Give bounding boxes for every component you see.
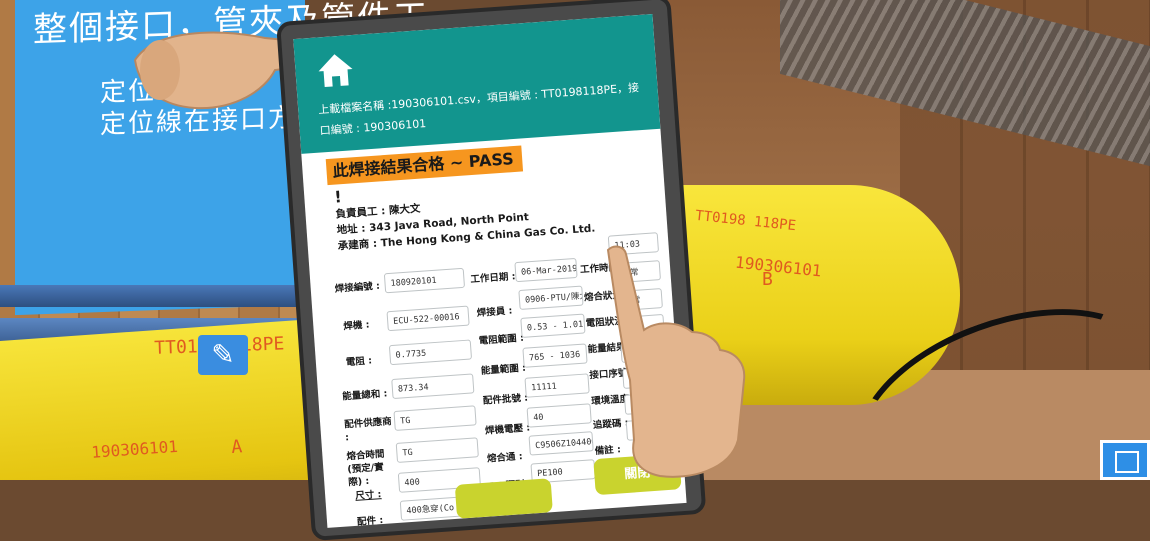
weld-no-label: 焊接編號 : [334,280,381,295]
fusion-pass-field[interactable]: C9506Z1044003 [528,431,594,456]
weld-voltage-label: 焊機電壓 : [484,422,531,437]
contractor-label: 承建商 : [337,237,378,253]
pipe-right-letter: B [762,269,773,290]
weld-voltage-field[interactable]: 40 [526,403,592,428]
machine-field[interactable]: ECU-522-00016 [386,305,470,332]
machine-label: 焊機 : [343,319,370,333]
pipe-left-id: 190306101 [90,436,179,462]
employee-label: 負責員工 : [335,205,386,221]
supplier-label: 配件供應商 : [343,416,393,444]
batch-label: 配件批號 : [482,392,529,407]
work-date-field[interactable]: 06-Mar-2019 [514,257,578,283]
fusion-time-field[interactable]: TG [395,437,479,463]
secondary-button[interactable] [454,478,553,519]
upload-info-text: 上載檔案名稱 :190306101.csv，項目編號 : TT0198118PE… [317,81,640,138]
welder-label: 焊接員 : [476,305,513,319]
energy-range-field[interactable]: 765 - 1036 [522,343,588,368]
window-toggle-icon[interactable] [1100,440,1150,480]
work-date-label: 工作日期 : [470,271,516,286]
energy-total-label: 能量總和 : [341,388,388,403]
result-banner: 此焊接結果合格 ~ PASS ! [325,145,524,207]
batch-field[interactable]: 11111 [524,373,590,398]
supplier-field[interactable]: TG [393,405,477,431]
energy-range-label: 能量範圍 : [480,362,527,377]
pipe-right-code: TT0198 118PE [694,207,797,235]
welder-field[interactable]: 0906-PTU/陳大 [518,285,584,310]
fitting-label: 配件 : [356,515,384,528]
vr-hand-right [606,245,746,478]
pipe-left-letter: A [230,436,243,459]
resistance-field[interactable]: 0.7735 [388,339,473,366]
fusion-pass-label: 熔合通 : [486,451,523,465]
screen-header: 上載檔案名稱 :190306101.csv，項目編號 : TT0198118PE… [293,14,661,154]
resistance-range-field[interactable]: 0.53 - 1.01 [520,313,586,338]
fusion-time-label: 熔合時間(預定/實際) : [346,448,385,489]
employee-value: 陳大文 [388,202,421,217]
weld-no-field[interactable]: 180920101 [383,267,466,294]
pencil-icon[interactable]: ✎ [198,335,248,375]
size-label: 尺寸 : [354,489,382,502]
blue-pipe-upper [0,285,320,307]
resistance-label: 電阻 : [345,355,373,369]
home-icon[interactable] [314,49,357,92]
resistance-range-label: 電阻範圍 : [478,332,525,347]
energy-total-field[interactable]: 873.34 [391,373,475,400]
address-label: 地址 : [336,222,366,237]
